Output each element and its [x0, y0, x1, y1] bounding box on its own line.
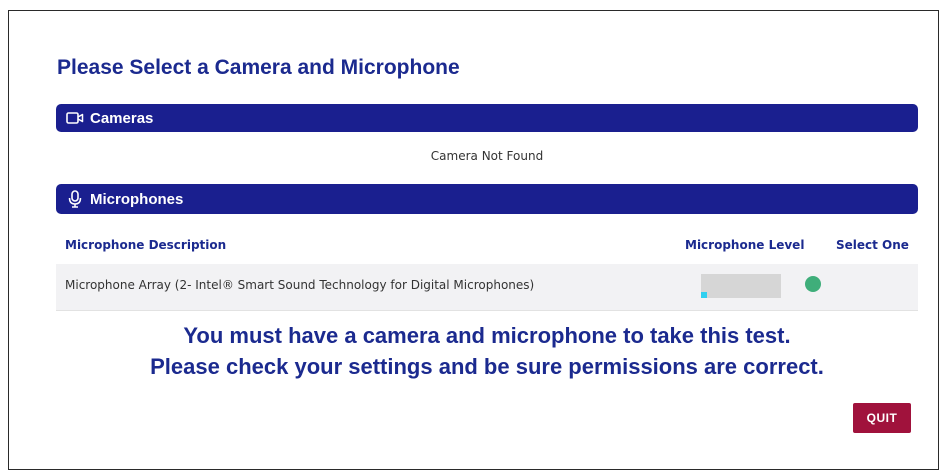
column-header-description: Microphone Description — [65, 238, 227, 252]
microphone-select-radio[interactable] — [805, 276, 821, 292]
warning-line-2: Please check your settings and be sure p… — [150, 354, 824, 379]
microphone-icon — [66, 190, 84, 208]
microphone-description: Microphone Array (2- Intel® Smart Sound … — [65, 278, 535, 292]
column-header-level: Microphone Level — [685, 238, 805, 252]
cameras-header-label: Cameras — [90, 109, 154, 127]
camera-status-message: Camera Not Found — [430, 149, 544, 163]
microphone-table-header: Microphone Description Microphone Level … — [56, 236, 918, 256]
cameras-section-header: Cameras — [56, 104, 918, 132]
column-header-select: Select One — [836, 238, 909, 252]
quit-button[interactable]: QUIT — [853, 403, 911, 433]
microphones-header-label: Microphones — [90, 190, 184, 208]
microphone-row[interactable]: Microphone Array (2- Intel® Smart Sound … — [56, 264, 918, 311]
video-camera-icon — [66, 109, 84, 127]
page-title: Please Select a Camera and Microphone — [57, 56, 460, 79]
microphones-section-header: Microphones — [56, 184, 918, 214]
microphone-level-fill — [701, 292, 708, 298]
warning-line-1: You must have a camera and microphone to… — [183, 323, 791, 348]
microphone-level-meter — [701, 274, 781, 298]
